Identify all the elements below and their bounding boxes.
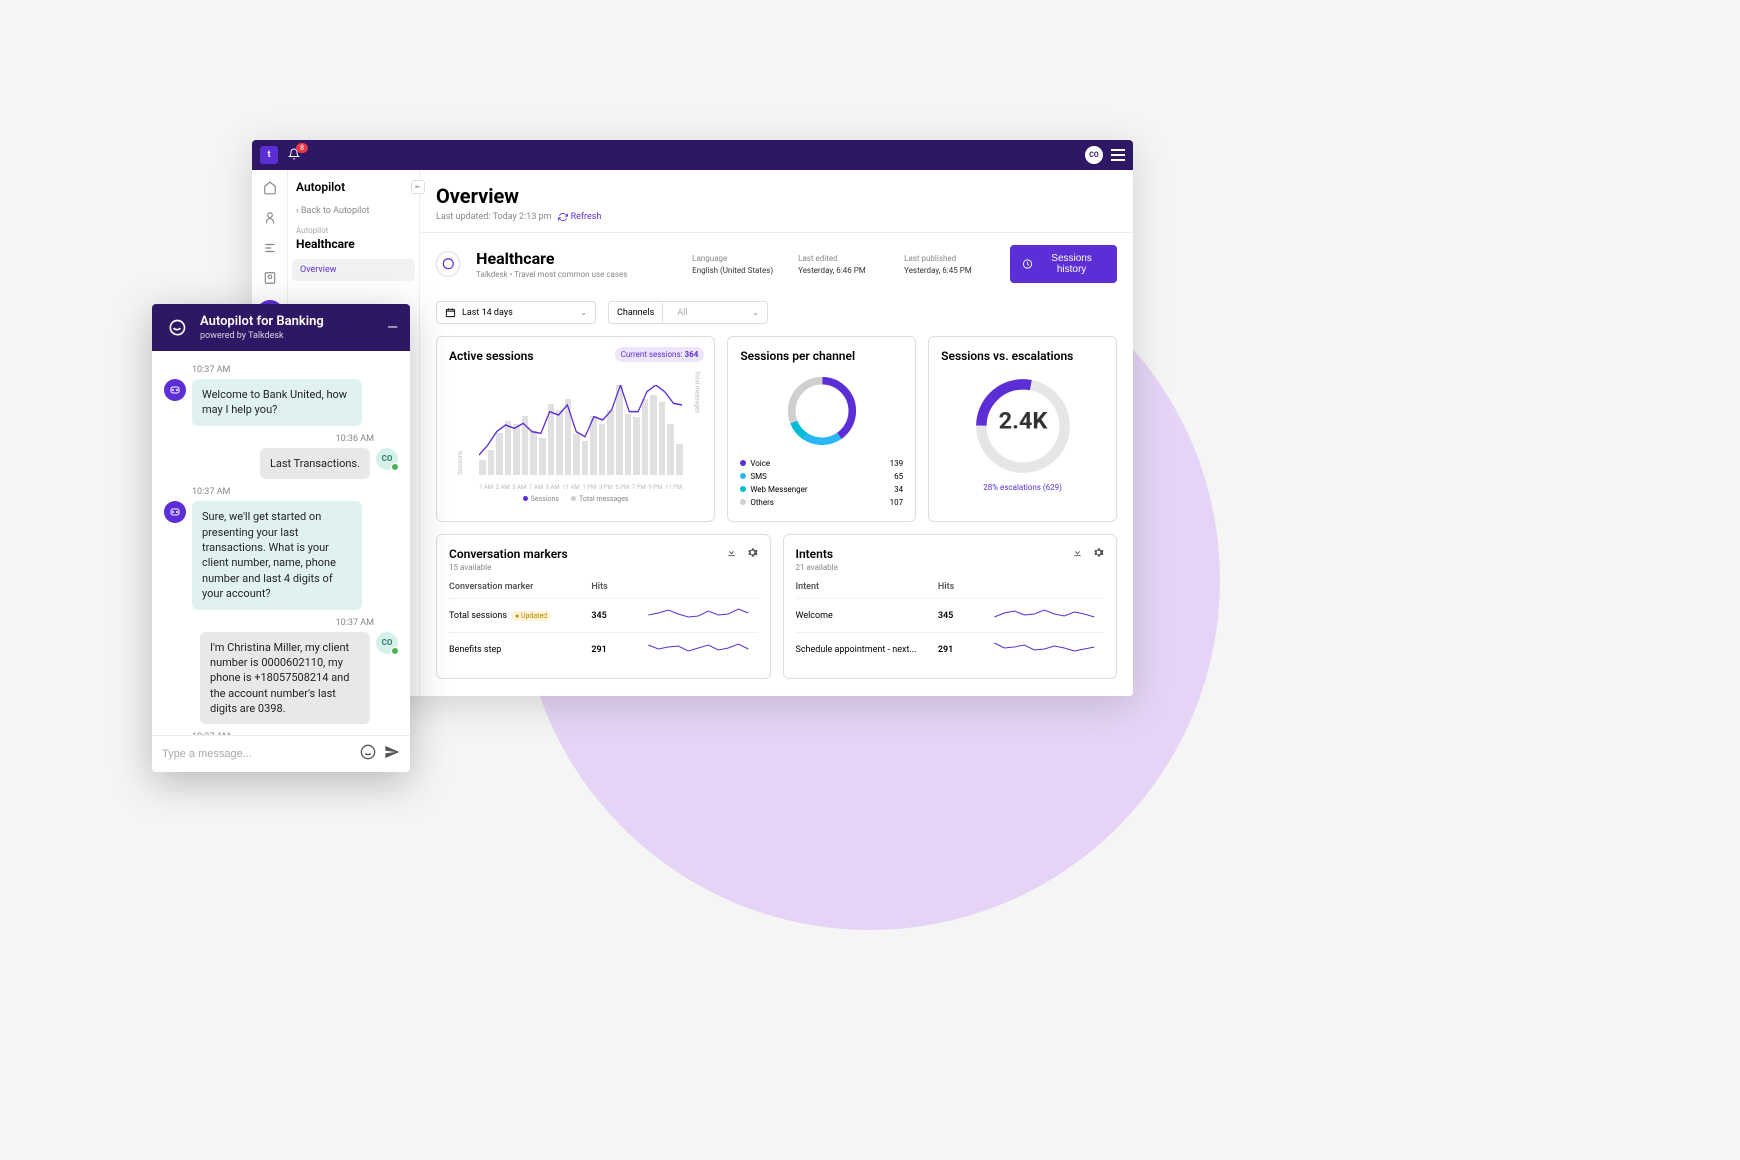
active-sessions-card: Active sessions Current sessions: 364 Se… xyxy=(436,336,715,522)
emoji-icon[interactable] xyxy=(360,744,376,764)
bot-message: Welcome to Bank United, how may I help y… xyxy=(192,379,362,426)
user-avatar: CO xyxy=(376,632,398,654)
contact-icon[interactable] xyxy=(262,270,278,286)
lastedited-value: Yesterday, 6:46 PM xyxy=(798,266,888,275)
menu-icon[interactable] xyxy=(1111,149,1125,161)
notifications-bell[interactable]: 8 xyxy=(288,148,300,163)
message-input[interactable] xyxy=(162,748,352,760)
download-icon[interactable] xyxy=(726,547,737,561)
chat-subtitle: powered by Talkdesk xyxy=(200,331,377,341)
chat-header: Autopilot for Banking powered by Talkdes… xyxy=(152,304,410,351)
intents-sub: 21 available xyxy=(796,563,1105,572)
timestamp: 10:36 AM xyxy=(164,434,374,444)
table-row[interactable]: Schedule appointment - next... 291 xyxy=(796,632,1105,666)
gear-icon[interactable] xyxy=(1093,547,1104,561)
calendar-icon xyxy=(445,307,456,318)
channel-donut-chart xyxy=(782,371,862,451)
last-updated: Last updated: Today 2:13 pm xyxy=(436,212,552,222)
markers-sub: 15 available xyxy=(449,563,758,572)
conversation-markers-card: Conversation markers 15 available Conver… xyxy=(436,534,771,679)
refresh-button[interactable]: Refresh xyxy=(558,212,602,222)
svg-text:2.4K: 2.4K xyxy=(998,407,1048,435)
top-bar: t 8 CO xyxy=(252,140,1133,170)
sidebar-sublabel: Autopilot xyxy=(296,226,411,235)
user-avatar[interactable]: CO xyxy=(1085,146,1103,164)
escalation-gauge: 2.4K xyxy=(968,371,1078,481)
info-title: Healthcare xyxy=(476,249,676,268)
table-row[interactable]: Welcome 345 xyxy=(796,598,1105,632)
channels-select[interactable]: Channels All ⌄ xyxy=(608,301,768,324)
settings-icon[interactable] xyxy=(262,240,278,256)
intents-card: Intents 21 available IntentHits Welcome … xyxy=(783,534,1118,679)
language-label: Language xyxy=(692,254,782,263)
bot-avatar-icon xyxy=(164,379,186,401)
sidebar-heading: Healthcare xyxy=(296,237,411,251)
agent-icon[interactable] xyxy=(262,210,278,226)
chevron-down-icon: ⌄ xyxy=(580,308,587,317)
notification-badge: 8 xyxy=(296,143,308,153)
sidebar-title: Autopilot xyxy=(296,180,411,194)
chat-messages[interactable]: 10:37 AM Welcome to Bank United, how may… xyxy=(152,351,410,735)
info-subtitle: Talkdesk • Travel most common use cases xyxy=(476,270,676,279)
lastedited-label: Last edited xyxy=(798,254,888,263)
lastpub-label: Last published xyxy=(904,254,994,263)
info-chat-icon xyxy=(436,251,460,277)
send-icon[interactable] xyxy=(384,744,400,764)
bot-message: Sure, we'll get started on presenting yo… xyxy=(192,501,362,609)
timestamp: 10:37 AM xyxy=(192,365,398,375)
language-value: English (United States) xyxy=(692,266,782,275)
home-icon[interactable] xyxy=(262,180,278,196)
gear-icon[interactable] xyxy=(747,547,758,561)
date-range-select[interactable]: Last 14 days ⌄ xyxy=(436,301,596,324)
chat-title: Autopilot for Banking xyxy=(200,314,377,329)
user-message: Last Transactions. xyxy=(260,448,370,479)
chevron-down-icon: ⌄ xyxy=(752,308,767,317)
sessions-per-channel-card: Sessions per channel Voice139SMS65Web Me… xyxy=(727,336,916,522)
card-title: Intents xyxy=(796,547,834,561)
timestamp: 10:37 AM xyxy=(192,487,398,497)
current-sessions-pill: Current sessions: 364 xyxy=(615,347,705,362)
active-sessions-chart: Sessions Total messages 1 AM3 AM5 AM7 AM… xyxy=(449,371,702,491)
timestamp: 10:37 AM xyxy=(164,618,374,628)
user-avatar: CO xyxy=(376,448,398,470)
escalation-sub: 28% escalations (629) xyxy=(983,483,1062,492)
page-title: Overview xyxy=(436,184,1117,208)
user-message: I'm Christina Miller, my client number i… xyxy=(200,632,370,725)
sidebar-item-overview[interactable]: Overview xyxy=(292,259,415,281)
card-title: Sessions vs. escalations xyxy=(941,349,1104,363)
main-content: Overview Last updated: Today 2:13 pm Ref… xyxy=(420,170,1133,696)
minimize-button[interactable]: — xyxy=(387,320,398,336)
lastpub-value: Yesterday, 6:45 PM xyxy=(904,266,994,275)
card-title: Sessions per channel xyxy=(740,349,903,363)
app-logo[interactable]: t xyxy=(260,146,278,164)
chat-logo-icon xyxy=(164,315,190,341)
sessions-vs-escalations-card: Sessions vs. escalations 2.4K 28% escala… xyxy=(928,336,1117,522)
back-link[interactable]: ‹ Back to Autopilot xyxy=(296,206,411,216)
table-row[interactable]: Benefits step 291 xyxy=(449,632,758,666)
sessions-history-button[interactable]: Sessions history xyxy=(1010,245,1117,283)
card-title: Conversation markers xyxy=(449,547,568,561)
bot-avatar-icon xyxy=(164,501,186,523)
chat-widget: Autopilot for Banking powered by Talkdes… xyxy=(152,304,410,772)
download-icon[interactable] xyxy=(1072,547,1083,561)
chat-input-bar xyxy=(152,735,410,772)
collapse-sidebar-button[interactable]: ⇤ xyxy=(411,180,425,194)
table-row[interactable]: Total sessions ● Updated 345 xyxy=(449,598,758,632)
